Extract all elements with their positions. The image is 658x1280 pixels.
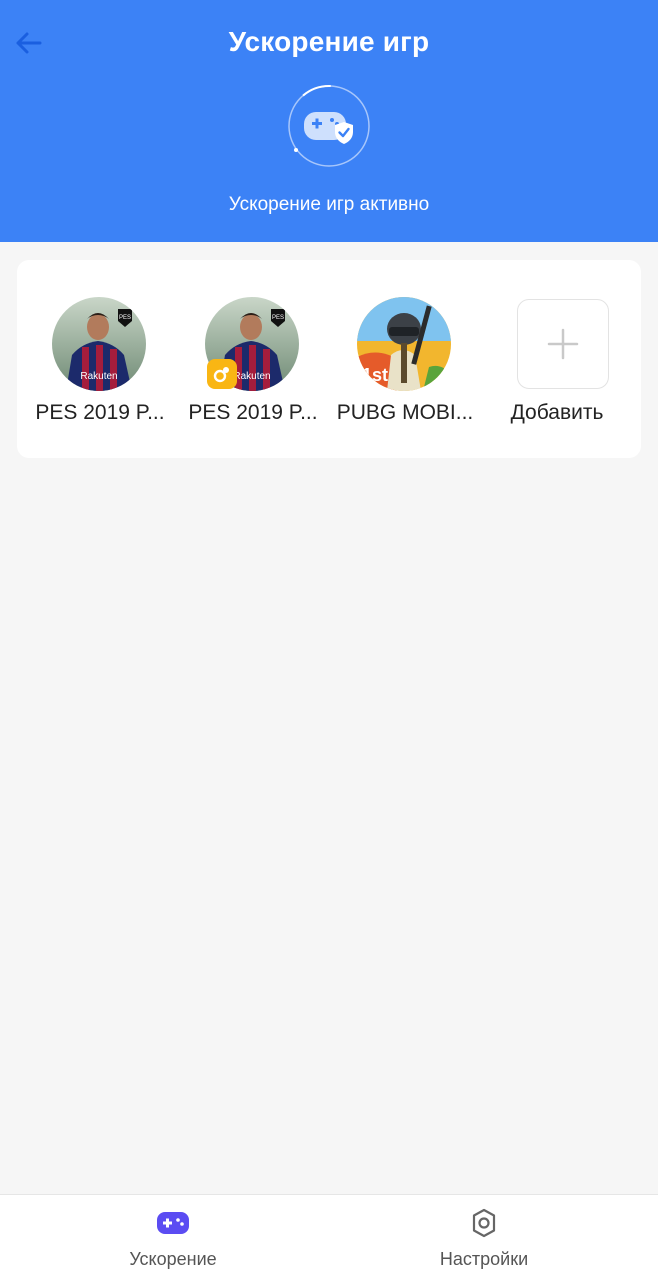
svg-text:1st: 1st [362,365,388,385]
game-label: PES 2019 P... [188,401,318,424]
nav-label: Настройки [439,1249,529,1269]
game-label: PES 2019 P... [35,401,165,424]
status-text: Ускорение игр активно [228,194,430,215]
svg-text:Rakuten: Rakuten [80,371,117,382]
games-card: Rakuten PES PES 2019 P... Rakuten PES PE… [17,260,641,458]
gamepad-icon [157,1207,189,1239]
add-game-button[interactable]: Добавить [481,297,633,437]
pes-2019-icon: Rakuten PES [52,297,146,391]
dual-app-badge-icon [207,359,237,389]
game-label: PUBG MOBI... [336,401,474,424]
nav-item-acceleration[interactable]: Ускорение [73,1195,273,1280]
gear-icon [468,1207,500,1239]
bottom-nav: Ускорение Настройки [0,1194,658,1280]
add-label: Добавить [510,401,604,424]
game-item-pubg-mobile[interactable]: 1st PUBG MOBI... [329,297,481,437]
status-indicator [287,84,371,168]
nav-item-settings[interactable]: Настройки [384,1195,584,1280]
svg-text:PES: PES [272,315,284,321]
game-item-pes-2019[interactable]: Rakuten PES PES 2019 P... [24,297,176,437]
plus-icon [547,328,578,359]
page-title: Ускорение игр [228,26,430,57]
nav-label: Ускорение [129,1249,217,1269]
gamepad-shield-icon [288,85,370,167]
header: Ускорение игр Ускорение игр активно [0,0,658,242]
svg-text:Rakuten: Rakuten [233,371,270,382]
svg-text:PES: PES [119,315,131,321]
add-box[interactable] [517,299,609,389]
pubg-mobile-icon: 1st [357,297,451,391]
game-item-pes-2019-dual[interactable]: Rakuten PES PES 2019 P... [177,297,329,437]
